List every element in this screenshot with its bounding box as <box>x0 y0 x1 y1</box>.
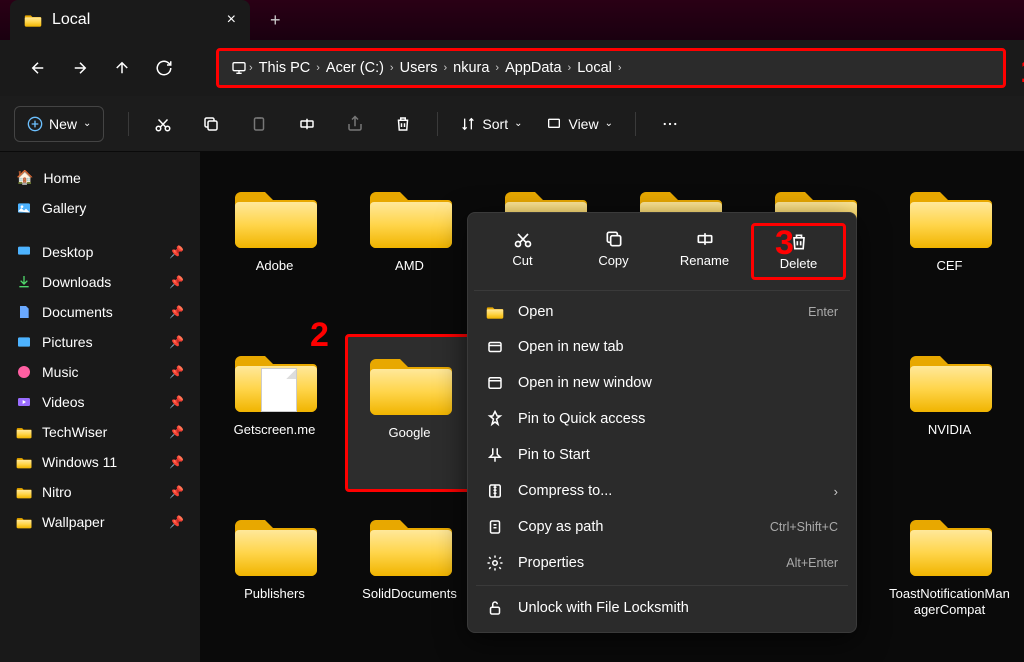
sidebar-item-desktop[interactable]: Desktop📌 <box>0 237 200 267</box>
ctx-rename[interactable]: Rename <box>660 223 749 280</box>
sidebar: 🏠Home Gallery Desktop📌 Downloads📌 Docume… <box>0 152 200 662</box>
share-button[interactable] <box>333 106 377 142</box>
ctx-delete[interactable]: Delete <box>751 223 846 280</box>
annotation-1: 1 <box>1020 53 1024 90</box>
breadcrumb[interactable]: › This PC› Acer (C:)› Users› nkura› AppD… <box>216 48 1006 88</box>
sidebar-item-documents[interactable]: Documents📌 <box>0 297 200 327</box>
toolbar: New ⌄ Sort⌄ View⌄ <box>0 96 1024 152</box>
sidebar-home[interactable]: 🏠Home <box>0 162 200 193</box>
ctx-copy[interactable]: Copy <box>569 223 658 280</box>
folder-icon <box>16 486 32 499</box>
new-button[interactable]: New ⌄ <box>14 106 104 142</box>
folder-item[interactable]: CEF <box>885 170 1014 328</box>
folder-icon <box>16 456 32 469</box>
ctx-open[interactable]: OpenEnter <box>474 295 850 329</box>
sidebar-item-wallpaper[interactable]: Wallpaper📌 <box>0 507 200 537</box>
refresh-button[interactable] <box>144 48 184 88</box>
folder-item[interactable]: Getscreen.me <box>210 334 339 492</box>
sidebar-gallery[interactable]: Gallery <box>0 193 200 223</box>
folder-icon <box>486 305 504 320</box>
folder-icon <box>16 426 32 439</box>
tab[interactable]: Local × <box>10 0 250 40</box>
breadcrumb-item[interactable]: Acer (C:) <box>320 60 390 76</box>
downloads-icon <box>16 274 32 290</box>
music-icon <box>16 364 32 380</box>
paste-button[interactable] <box>237 106 281 142</box>
ctx-properties[interactable]: PropertiesAlt+Enter <box>474 545 850 581</box>
ctx-pin-start[interactable]: Pin to Start <box>474 437 850 473</box>
tab-title: Local <box>52 11 90 29</box>
unlock-icon <box>486 599 504 617</box>
breadcrumb-item[interactable]: Local <box>571 60 618 76</box>
ctx-copy-path[interactable]: Copy as pathCtrl+Shift+C <box>474 509 850 545</box>
window-icon <box>486 374 504 392</box>
pin-icon: 📌 <box>169 245 184 259</box>
breadcrumb-item[interactable]: nkura <box>447 60 495 76</box>
delete-button[interactable] <box>381 106 425 142</box>
close-icon[interactable]: × <box>227 11 236 29</box>
sidebar-item-pictures[interactable]: Pictures📌 <box>0 327 200 357</box>
gallery-icon <box>16 200 32 216</box>
back-button[interactable] <box>18 48 58 88</box>
ctx-compress[interactable]: Compress to...› <box>474 473 850 509</box>
titlebar: Local × + <box>0 0 1024 40</box>
ctx-unlock[interactable]: Unlock with File Locksmith <box>474 590 850 626</box>
annotation-2: 2 <box>310 316 329 355</box>
ctx-open-tab[interactable]: Open in new tab <box>474 329 850 365</box>
path-icon <box>486 518 504 536</box>
annotation-3: 3 <box>775 224 794 263</box>
pc-icon <box>229 60 249 76</box>
ctx-pin-quick[interactable]: Pin to Quick access <box>474 401 850 437</box>
folder-item[interactable]: AMD <box>345 170 474 328</box>
navbar: › This PC› Acer (C:)› Users› nkura› AppD… <box>0 40 1024 96</box>
sidebar-item-windows11[interactable]: Windows 11📌 <box>0 447 200 477</box>
folder-icon <box>16 516 32 529</box>
more-button[interactable] <box>648 106 692 142</box>
sidebar-item-music[interactable]: Music📌 <box>0 357 200 387</box>
pin-start-icon <box>486 446 504 464</box>
rename-button[interactable] <box>285 106 329 142</box>
folder-item[interactable]: SolidDocuments <box>345 498 474 656</box>
new-tab-button[interactable]: + <box>270 10 281 31</box>
breadcrumb-item[interactable]: AppData <box>499 60 567 76</box>
view-button[interactable]: View⌄ <box>536 106 622 142</box>
breadcrumb-item[interactable]: Users <box>394 60 444 76</box>
context-menu: Cut Copy Rename Delete OpenEnter Open in… <box>467 212 857 633</box>
breadcrumb-item[interactable]: This PC <box>253 60 317 76</box>
folder-item[interactable]: Adobe <box>210 170 339 328</box>
sort-button[interactable]: Sort⌄ <box>450 106 532 142</box>
folder-item[interactable]: Publishers <box>210 498 339 656</box>
sidebar-item-downloads[interactable]: Downloads📌 <box>0 267 200 297</box>
folder-item-google[interactable]: Google <box>345 334 474 492</box>
folder-item[interactable]: ToastNotificationManagerCompat <box>885 498 1014 656</box>
folder-icon <box>24 13 42 27</box>
forward-button[interactable] <box>60 48 100 88</box>
up-button[interactable] <box>102 48 142 88</box>
folder-item[interactable]: NVIDIA <box>885 334 1014 492</box>
copy-button[interactable] <box>189 106 233 142</box>
tab-icon <box>486 338 504 356</box>
sidebar-item-techwiser[interactable]: TechWiser📌 <box>0 417 200 447</box>
videos-icon <box>16 394 32 410</box>
sidebar-item-nitro[interactable]: Nitro📌 <box>0 477 200 507</box>
desktop-icon <box>16 244 32 260</box>
pictures-icon <box>16 334 32 350</box>
compress-icon <box>486 482 504 500</box>
cut-button[interactable] <box>141 106 185 142</box>
sidebar-item-videos[interactable]: Videos📌 <box>0 387 200 417</box>
props-icon <box>486 554 504 572</box>
documents-icon <box>16 304 32 320</box>
pin-icon <box>486 410 504 428</box>
ctx-open-window[interactable]: Open in new window <box>474 365 850 401</box>
ctx-cut[interactable]: Cut <box>478 223 567 280</box>
home-icon: 🏠 <box>16 169 33 186</box>
